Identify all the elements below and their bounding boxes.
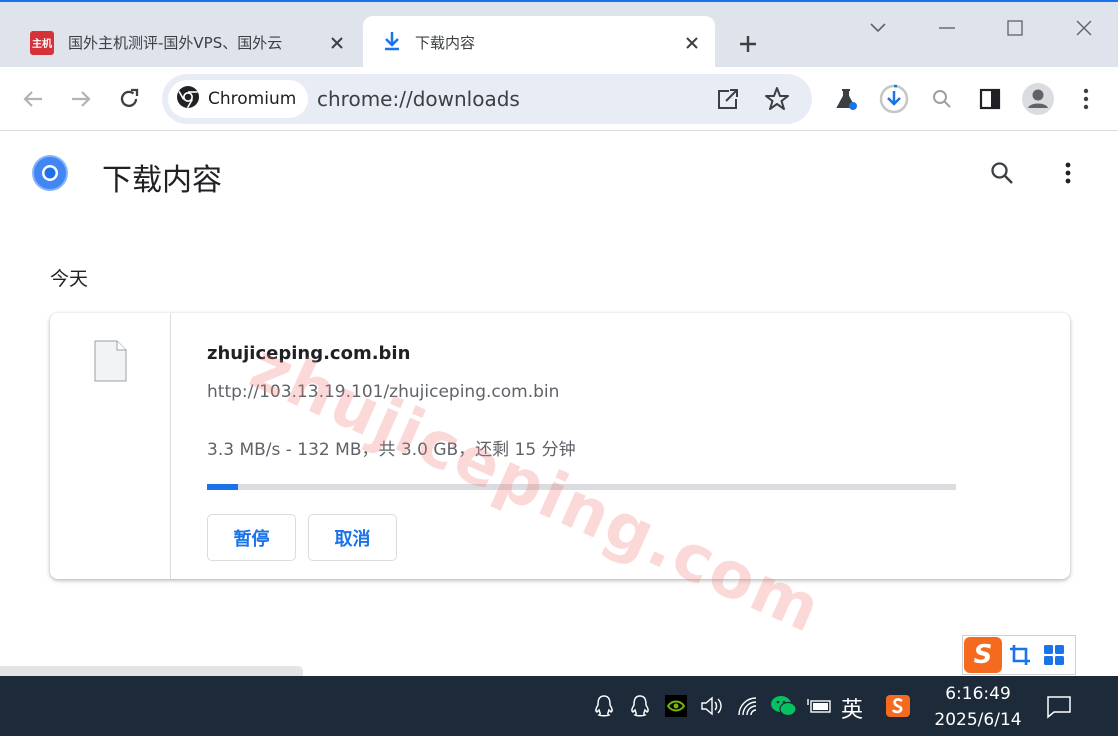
chromium-logo-icon	[32, 155, 68, 191]
tab-search-chevron-icon[interactable]	[862, 12, 894, 44]
reload-icon[interactable]	[109, 79, 149, 119]
wifi-icon[interactable]	[734, 692, 762, 720]
clock-time: 6:16:49	[945, 684, 1011, 704]
back-arrow-icon[interactable]	[13, 79, 53, 119]
download-icon	[383, 31, 401, 55]
cancel-button[interactable]: 取消	[308, 514, 397, 561]
pause-button[interactable]: 暂停	[207, 514, 296, 561]
tab-title: 下载内容	[415, 34, 476, 52]
horizontal-scrollbar[interactable]	[0, 666, 303, 676]
chromium-logo-icon	[176, 85, 200, 114]
close-icon[interactable]	[677, 28, 707, 58]
tab-strip: 主机 国外主机测评-国外VPS、国外云 下载内容	[0, 0, 1118, 69]
card-divider	[170, 313, 171, 579]
sogou-tray-icon[interactable]	[884, 692, 912, 720]
maximize-icon[interactable]	[999, 12, 1031, 44]
clock-date: 2025/6/14	[934, 710, 1022, 730]
browser-menu-icon[interactable]	[1066, 79, 1106, 119]
wechat-icon[interactable]	[770, 692, 798, 720]
zoom-search-icon[interactable]	[922, 79, 962, 119]
site-chip-label: Chromium	[208, 89, 297, 109]
file-icon	[94, 340, 127, 382]
toolbox-grid-icon[interactable]	[1037, 635, 1071, 675]
download-progress-fill	[207, 484, 239, 490]
site-chip[interactable]: Chromium	[168, 80, 309, 118]
ime-toolbar: S	[962, 635, 1076, 675]
close-window-icon[interactable]	[1068, 12, 1100, 44]
page-title: 下载内容	[102, 163, 222, 198]
site-favicon-icon: 主机	[30, 30, 54, 55]
omnibox[interactable]: Chromium chrome://downloads	[162, 74, 812, 124]
tab-title: 国外主机测评-国外VPS、国外云	[68, 34, 283, 52]
tab-downloads[interactable]: 下载内容	[363, 16, 715, 69]
minimize-icon[interactable]	[931, 12, 963, 44]
sogou-logo-icon[interactable]: S	[963, 635, 1003, 675]
system-clock[interactable]: 6:16:49 2025/6/14	[928, 681, 1028, 733]
volume-icon[interactable]	[698, 692, 726, 720]
side-panel-icon[interactable]	[970, 79, 1010, 119]
crop-icon[interactable]	[1003, 635, 1037, 675]
share-icon[interactable]	[708, 79, 748, 119]
url-text[interactable]: chrome://downloads	[317, 87, 520, 111]
battery-power-icon[interactable]	[806, 692, 834, 720]
more-options-icon[interactable]	[1048, 153, 1088, 193]
close-icon[interactable]	[322, 28, 352, 58]
date-section-label: 今天	[50, 268, 89, 290]
downloads-progress-icon[interactable]	[874, 79, 914, 119]
qq-icon[interactable]	[590, 692, 618, 720]
downloads-header: 下载内容	[0, 131, 1118, 221]
labs-flask-icon[interactable]	[826, 79, 866, 119]
nvidia-icon[interactable]	[662, 692, 690, 720]
new-tab-plus-icon[interactable]	[732, 28, 764, 60]
windows-taskbar: 英 6:16:49 2025/6/14	[0, 676, 1118, 736]
search-icon[interactable]	[982, 153, 1022, 193]
profile-avatar-icon[interactable]	[1018, 79, 1058, 119]
bookmark-star-icon[interactable]	[757, 79, 797, 119]
browser-toolbar: Chromium chrome://downloads	[0, 67, 1118, 131]
forward-arrow-icon[interactable]	[61, 79, 101, 119]
input-language-indicator[interactable]: 英	[841, 692, 863, 724]
notification-center-icon[interactable]	[1045, 693, 1073, 721]
tab-zhujiceping[interactable]: 主机 国外主机测评-国外VPS、国外云	[14, 16, 360, 69]
qq-icon[interactable]	[626, 692, 654, 720]
